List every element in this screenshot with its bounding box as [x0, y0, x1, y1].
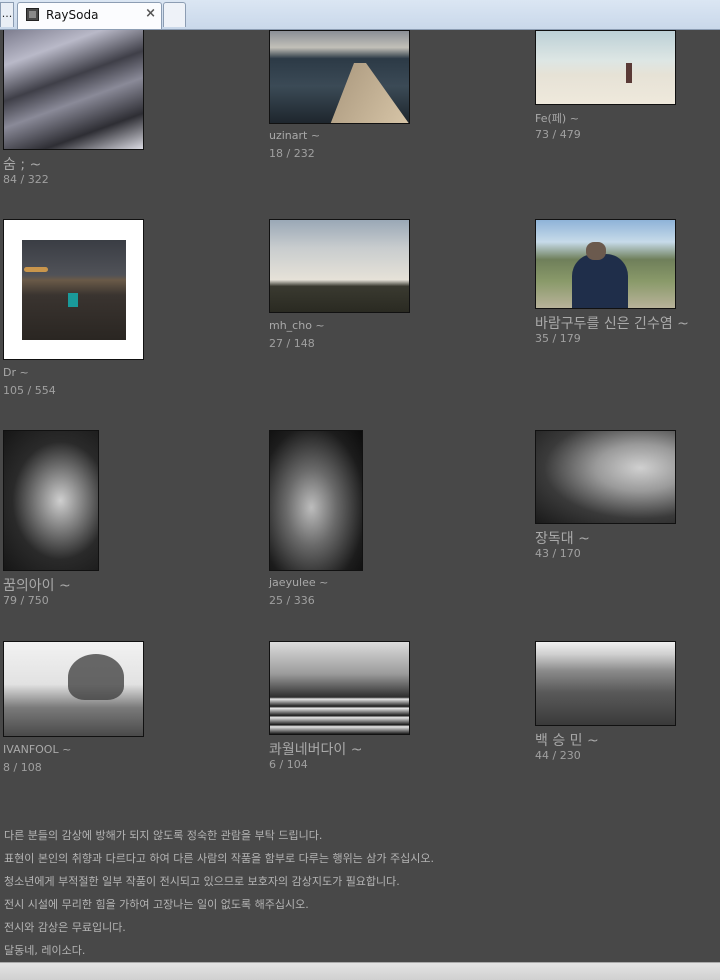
status-bar	[0, 962, 720, 980]
photo-thumbnail[interactable]	[3, 641, 144, 737]
author-link[interactable]: 꿈의아이 ~	[3, 575, 71, 595]
photo-counts: 73 / 479	[535, 128, 581, 141]
photo-counts: 43 / 170	[535, 547, 581, 560]
photo-thumbnail[interactable]	[269, 30, 410, 124]
author-link[interactable]: mh_cho ~	[269, 319, 325, 332]
photo-counts: 25 / 336	[269, 594, 315, 607]
photo-thumbnail[interactable]	[535, 30, 676, 105]
photo-thumbnail[interactable]	[535, 430, 676, 524]
photo-thumbnail[interactable]	[269, 430, 363, 571]
author-link[interactable]: uzinart ~	[269, 129, 320, 142]
author-link[interactable]: 콰월네버다이 ~	[269, 739, 362, 759]
notice-line: 다른 분들의 감상에 방해가 되지 않도록 정숙한 관람을 부탁 드립니다.	[4, 829, 323, 842]
new-tab-button[interactable]	[163, 2, 186, 27]
tab-title: RaySoda	[46, 8, 99, 22]
photo-counts: 6 / 104	[269, 758, 308, 771]
photo-thumbnail[interactable]	[535, 641, 676, 726]
photo-counts: 79 / 750	[3, 594, 49, 607]
close-tab-icon[interactable]: ×	[145, 6, 156, 21]
notice-line: 표현이 본인의 취향과 다르다고 하여 다른 사람의 작품을 함부로 다루는 행…	[4, 852, 435, 865]
author-link[interactable]: 숨 ; ~	[3, 154, 41, 174]
author-link[interactable]: 백 승 민 ~	[535, 730, 599, 750]
author-link[interactable]: jaeyulee ~	[269, 576, 328, 589]
site-favicon-icon	[26, 8, 39, 21]
photo-counts: 35 / 179	[535, 332, 581, 345]
tab-overflow-button[interactable]: ...	[0, 2, 14, 27]
photo-counts: 105 / 554	[3, 384, 56, 397]
notice-line: 달동네, 레이소다.	[4, 944, 86, 957]
photo-thumbnail[interactable]	[535, 219, 676, 309]
photo-counts: 84 / 322	[3, 173, 49, 186]
photo-thumbnail[interactable]	[269, 219, 410, 313]
author-link[interactable]: Dr ~	[3, 366, 29, 379]
notice-line: 청소년에게 부적절한 일부 작품이 전시되고 있으므로 보호자의 감상지도가 필…	[4, 875, 400, 888]
tab-raysoda[interactable]: RaySoda ×	[17, 2, 162, 29]
tab-bar: ... RaySoda ×	[0, 0, 720, 30]
gallery-notice: 다른 분들의 감상에 방해가 되지 않도록 정숙한 관람을 부탁 드립니다. 표…	[4, 824, 704, 962]
notice-line: 전시 시설에 무리한 힘을 가하여 고장나는 일이 없도록 해주십시오.	[4, 898, 309, 911]
photo-thumbnail[interactable]	[269, 641, 410, 735]
photo-counts: 8 / 108	[3, 761, 42, 774]
author-link[interactable]: 바람구두를 신은 긴수염 ~	[535, 313, 689, 333]
photo-thumbnail[interactable]	[3, 219, 144, 360]
photo-thumbnail[interactable]	[3, 30, 144, 150]
author-link[interactable]: 장독대 ~	[535, 528, 590, 548]
photo-counts: 44 / 230	[535, 749, 581, 762]
photo-counts: 18 / 232	[269, 147, 315, 160]
photo-thumbnail[interactable]	[3, 430, 99, 571]
photo-counts: 27 / 148	[269, 337, 315, 350]
author-link[interactable]: IVANFOOL ~	[3, 743, 71, 756]
notice-line: 전시와 감상은 무료입니다.	[4, 921, 126, 934]
author-link[interactable]: Fe(페) ~	[535, 110, 579, 126]
gallery-page: 숨 ; ~ 84 / 322 uzinart ~ 18 / 232 Fe(페) …	[0, 30, 720, 962]
